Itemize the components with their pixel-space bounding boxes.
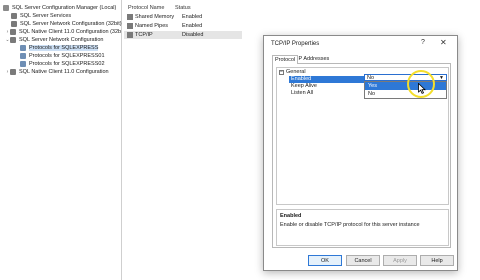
protocol-row-named-pipes[interactable]: Named Pipes Enabled <box>124 22 242 30</box>
option-no[interactable]: No <box>365 90 446 98</box>
tree-item-label: SQL Server Services <box>20 13 72 19</box>
sql-config-manager-window: SQL Server Configuration Manager (Local)… <box>0 0 480 280</box>
protocol-row-shared-memory[interactable]: Shared Memory Enabled <box>124 13 242 21</box>
tree-item-network-config[interactable]: ⌄ SQL Server Network Configuration <box>5 36 103 44</box>
protocol-row-tcp-ip[interactable]: TCP/IP Disabled <box>124 31 242 39</box>
help-button[interactable]: Help <box>420 255 454 266</box>
mouse-pointer-icon <box>418 83 426 94</box>
tree-item-root[interactable]: SQL Server Configuration Manager (Local) <box>3 4 116 12</box>
tree-item-protocols-sqlexpress[interactable]: Protocols for SQLEXPRESS <box>20 44 99 52</box>
category-label: General <box>286 69 306 75</box>
property-name: Keep Alive <box>291 83 317 89</box>
protocol-status: Enabled <box>182 14 203 20</box>
protocol-status: Enabled <box>182 23 203 29</box>
tree-item-label: SQL Native Client 11.0 Configuration <box>19 69 109 75</box>
protocol-icon <box>127 14 133 20</box>
collapse-icon[interactable]: − <box>279 70 284 75</box>
tree-item-label: Protocols for SQLEXPRESS01 <box>29 53 105 59</box>
tab-protocol[interactable]: Protocol <box>272 55 299 64</box>
property-name: Enabled <box>291 76 312 82</box>
tree-item-label: SQL Server Configuration Manager (Local) <box>12 5 117 11</box>
client-icon <box>10 69 16 75</box>
tcpip-properties-dialog: TCP/IP Properties ? ✕ Protocol IP Addres… <box>263 35 458 271</box>
protocols-icon <box>20 45 26 51</box>
protocol-icon <box>127 32 133 38</box>
tree-item-label: Protocols for SQLEXPRESS <box>29 45 99 51</box>
column-header-status[interactable]: Status <box>175 5 191 11</box>
network-icon <box>10 37 16 43</box>
protocol-name: Named Pipes <box>135 23 169 29</box>
tree-item-sql-server-services[interactable]: SQL Server Services <box>11 12 71 20</box>
tree-item-native-client[interactable]: › SQL Native Client 11.0 Configuration <box>5 68 109 76</box>
tree-item-label: SQL Server Network Configuration <box>19 37 104 43</box>
ok-button[interactable]: OK <box>308 255 342 266</box>
tree-item-label: Protocols for SQLEXPRESS02 <box>29 61 105 67</box>
services-icon <box>11 13 17 19</box>
dialog-title: TCP/IP Properties <box>271 41 320 47</box>
network-icon <box>11 21 17 27</box>
description-box: Enabled Enable or disable TCP/IP protoco… <box>276 209 449 246</box>
close-icon[interactable]: ✕ <box>440 38 447 47</box>
protocol-name: Shared Memory <box>135 14 175 20</box>
apply-button[interactable]: Apply <box>383 255 417 266</box>
client-icon <box>10 29 16 35</box>
tree-pane: SQL Server Configuration Manager (Local)… <box>0 0 122 280</box>
protocol-name: TCP/IP <box>135 32 153 38</box>
server-manager-icon <box>3 5 9 11</box>
protocol-status: Disabled <box>182 32 204 38</box>
tree-item-protocols-sqlexpress02[interactable]: Protocols for SQLEXPRESS02 <box>20 60 105 68</box>
protocols-icon <box>20 53 26 59</box>
tree-item-label: SQL Native Client 11.0 Configuration (32… <box>19 29 122 35</box>
description-text: Enable or disable TCP/IP protocol for th… <box>280 222 420 228</box>
protocol-icon <box>127 23 133 29</box>
cancel-button[interactable]: Cancel <box>346 255 380 266</box>
tree-item-label: SQL Server Network Configuration (32bit) <box>20 21 122 27</box>
property-name: Listen All <box>291 90 314 96</box>
protocols-icon <box>20 61 26 67</box>
help-icon[interactable]: ? <box>421 39 425 46</box>
tree-item-network-config-32bit[interactable]: SQL Server Network Configuration (32bit) <box>11 20 122 28</box>
description-title: Enabled <box>280 213 302 219</box>
tree-item-native-client-32bit[interactable]: › SQL Native Client 11.0 Configuration (… <box>5 28 121 36</box>
column-header-protocol-name[interactable]: Protocol Name <box>128 5 164 11</box>
tree-item-protocols-sqlexpress01[interactable]: Protocols for SQLEXPRESS01 <box>20 52 105 60</box>
